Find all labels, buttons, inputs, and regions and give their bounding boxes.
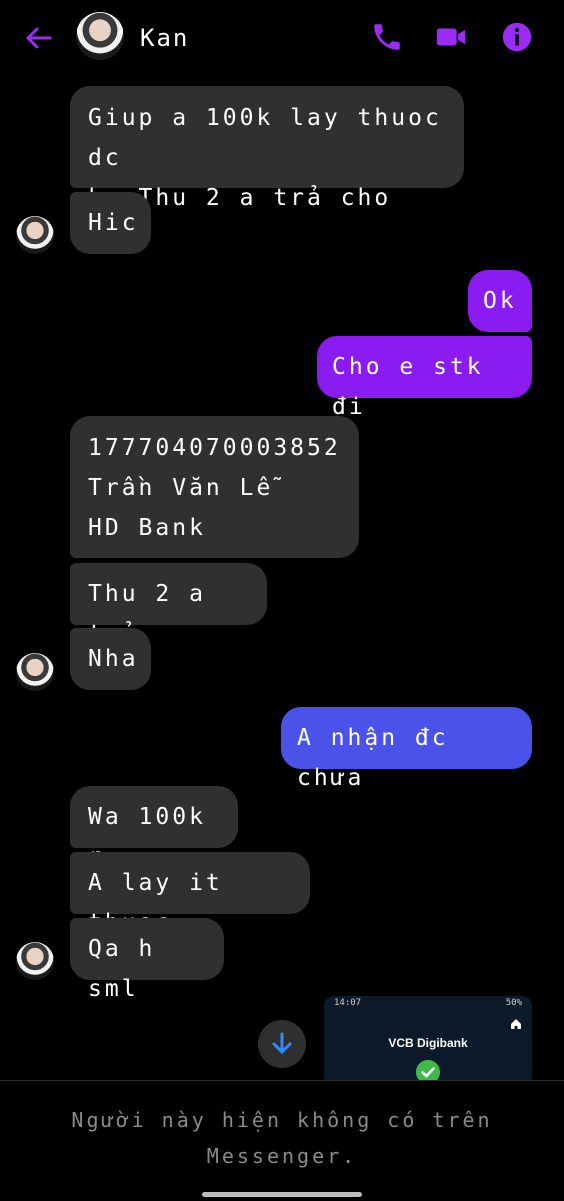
phone-icon[interactable] xyxy=(370,20,404,54)
outgoing-message[interactable]: Cho e stk đi xyxy=(317,336,532,420)
attachment-status-time: 14:07 xyxy=(334,998,362,1008)
contact-avatar xyxy=(16,216,54,254)
contact-avatar xyxy=(16,653,54,691)
bank-name: HD Bank xyxy=(88,515,206,541)
incoming-message[interactable]: 177704070003852 Trần Văn Lễ HD Bank xyxy=(70,416,359,558)
message-line: Qa h sml xyxy=(88,936,156,1002)
checkmark-icon xyxy=(416,1060,440,1082)
unavailable-notice: Người này hiện không có trên Messenger. xyxy=(0,1102,564,1174)
message-line: A nhận đc chưa xyxy=(297,725,449,791)
info-icon[interactable] xyxy=(500,20,534,54)
message-line: Cho e stk đi xyxy=(332,354,484,420)
home-indicator[interactable] xyxy=(202,1192,362,1197)
message-line: Ok xyxy=(483,288,517,314)
image-attachment[interactable]: 14:07 50% VCB Digibank xyxy=(324,996,532,1082)
account-holder: Trần Văn Lễ xyxy=(88,475,274,501)
notice-line: Người này hiện không có trên xyxy=(71,1108,493,1132)
back-arrow-icon[interactable] xyxy=(22,22,54,54)
outgoing-message[interactable]: Ok xyxy=(468,270,532,332)
bank-app-logo: VCB Digibank xyxy=(388,1036,468,1050)
contact-name[interactable]: Kan xyxy=(140,24,189,52)
scroll-to-bottom-button[interactable] xyxy=(258,1020,306,1068)
notice-line: Messenger. xyxy=(206,1144,358,1168)
attachment-status-battery: 50% xyxy=(505,998,522,1008)
incoming-message[interactable]: Thu 2 a trả xyxy=(70,563,267,647)
contact-avatar xyxy=(16,942,54,980)
message-line: Hic xyxy=(88,210,139,236)
incoming-message[interactable]: Qa h sml xyxy=(70,918,224,1002)
incoming-message[interactable]: Hic xyxy=(70,192,151,254)
incoming-message[interactable]: A lay it thuoc xyxy=(70,852,310,936)
video-camera-icon[interactable] xyxy=(434,20,468,54)
outgoing-message[interactable]: A nhận đc chưa xyxy=(281,707,532,791)
chat-header: Kan xyxy=(0,0,564,78)
incoming-message[interactable]: Nha xyxy=(70,628,151,690)
incoming-message[interactable]: Giup a 100k lay thuoc dc ko.Thu 2 a trả … xyxy=(70,86,464,211)
account-number: 177704070003852 xyxy=(88,435,341,461)
message-line: Giup a 100k lay thuoc dc xyxy=(88,105,442,171)
message-line: Nha xyxy=(88,646,139,672)
home-icon xyxy=(511,1019,521,1029)
incoming-message[interactable]: Wa 100k r xyxy=(70,786,238,870)
contact-avatar[interactable] xyxy=(76,12,124,60)
